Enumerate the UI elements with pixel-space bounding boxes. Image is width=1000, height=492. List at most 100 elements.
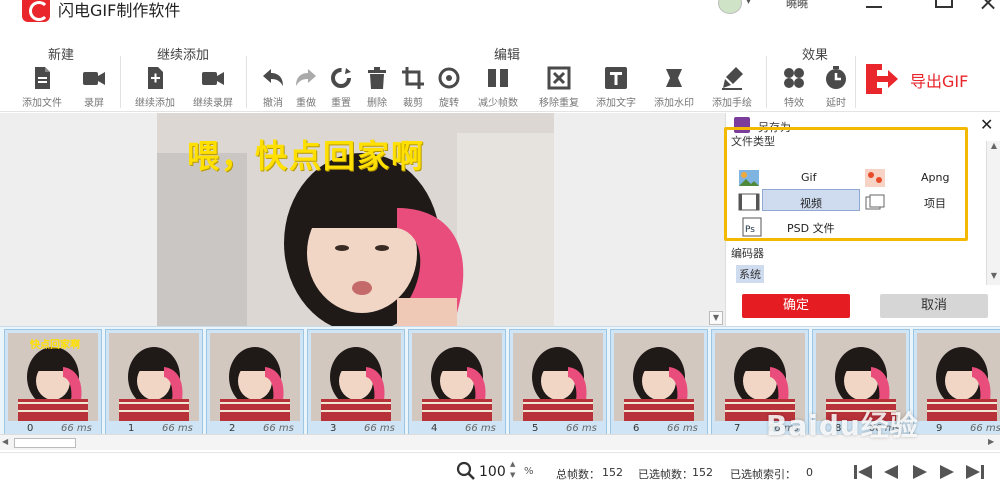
- video-camera-add-icon: [202, 72, 224, 85]
- frame-index: 5: [532, 423, 539, 434]
- panel-scrollbar[interactable]: ▲ ▼: [986, 141, 1000, 285]
- file-type-project-option[interactable]: 项目: [864, 191, 974, 213]
- frame-thumbnail: [109, 333, 199, 421]
- confirm-button[interactable]: 确定: [742, 294, 850, 318]
- frame-duration: 66 ms: [364, 423, 395, 434]
- file-type-gif-option[interactable]: Gif: [738, 167, 848, 189]
- title-bar: 闪电GIF制作软件 ▾ 曉曉 ×: [0, 0, 1000, 28]
- photoshop-icon: Ps: [742, 217, 762, 237]
- remove-duplicate-button[interactable]: 移除重复: [531, 64, 587, 110]
- close-icon[interactable]: ×: [978, 0, 998, 14]
- group-label-new: 新建: [48, 48, 75, 63]
- reduce-frames-button[interactable]: 减少帧数: [470, 64, 526, 110]
- frame-thumbnail: [614, 333, 704, 421]
- frame-duration: 66 ms: [162, 423, 193, 434]
- add-text-button[interactable]: 添加文字: [588, 64, 644, 110]
- scroll-up-button[interactable]: ▲: [987, 141, 1000, 155]
- zoom-stepper[interactable]: ▲ ▼: [510, 459, 515, 481]
- frame-index: 1: [128, 423, 135, 434]
- delay-button[interactable]: 延时: [808, 64, 864, 110]
- document-icon: [35, 67, 50, 89]
- frame-caption: 快点回家啊: [30, 340, 80, 351]
- previous-frame-icon[interactable]: [880, 463, 902, 481]
- minimize-icon[interactable]: [866, 6, 882, 8]
- scroll-down-button[interactable]: ▼: [987, 271, 1000, 285]
- add-watermark-label: 添加水印: [654, 98, 694, 109]
- preview-image[interactable]: 喂，快点回家啊: [157, 113, 554, 326]
- first-frame-icon[interactable]: [852, 463, 874, 481]
- reduce-frames-icon: [488, 69, 508, 87]
- export-gif-label: 导出GIF: [910, 72, 969, 91]
- user-avatar[interactable]: [718, 0, 742, 14]
- scroll-down-button[interactable]: ▼: [709, 311, 723, 325]
- selected-index-value: 0: [806, 466, 813, 479]
- frame-item[interactable]: 6 66 ms: [610, 329, 708, 435]
- effects-icon: [784, 68, 804, 88]
- frame-item[interactable]: 2 66 ms: [206, 329, 304, 435]
- maximize-icon[interactable]: [935, 0, 953, 8]
- next-frame-icon[interactable]: [936, 463, 958, 481]
- cancel-button[interactable]: 取消: [880, 294, 988, 318]
- project-icon: [865, 194, 885, 210]
- frame-item[interactable]: 4 66 ms: [408, 329, 506, 435]
- reduce-frames-label: 减少帧数: [478, 98, 518, 109]
- zoom-icon[interactable]: [456, 461, 476, 481]
- selected-frames-value: 152: [692, 466, 713, 479]
- add-watermark-button[interactable]: 添加水印: [646, 64, 702, 110]
- remove-duplicate-label: 移除重复: [539, 98, 579, 109]
- frame-item[interactable]: 3 66 ms: [307, 329, 405, 435]
- frame-duration: 66 ms: [970, 423, 1000, 434]
- group-label-edit: 编辑: [494, 48, 521, 63]
- continue-add-button[interactable]: 继续添加: [127, 64, 183, 110]
- frame-index: 3: [330, 423, 337, 434]
- video-camera-icon: [83, 72, 105, 85]
- chevron-down-icon[interactable]: ▾: [746, 0, 751, 7]
- user-name[interactable]: 曉曉: [786, 0, 808, 11]
- frame-duration: 66 ms: [566, 423, 597, 434]
- frame-index: 6: [633, 423, 640, 434]
- frame-item[interactable]: 9 66 ms: [913, 329, 1000, 435]
- record-screen-label: 录屏: [84, 98, 104, 109]
- frame-thumbnail: [917, 333, 1000, 421]
- continue-record-button[interactable]: 继续录屏: [185, 64, 241, 110]
- frame-index: 9: [936, 423, 943, 434]
- frame-duration: 66 ms: [263, 423, 294, 434]
- document-add-icon: [148, 67, 163, 89]
- canvas-area[interactable]: 喂，快点回家啊 ▼: [0, 113, 725, 326]
- frame-item[interactable]: 快点回家啊 0 66 ms: [4, 329, 102, 435]
- last-frame-icon[interactable]: [964, 463, 986, 481]
- file-type-video-option[interactable]: 视频: [738, 191, 858, 213]
- file-type-psd-option[interactable]: Ps PSD 文件: [742, 216, 872, 238]
- frame-index: 0: [27, 423, 34, 434]
- continue-record-label: 继续录屏: [193, 98, 233, 109]
- frame-duration: 66 ms: [61, 423, 92, 434]
- file-type-label: 文件类型: [731, 135, 775, 148]
- rotate-icon: [438, 67, 460, 89]
- frame-item[interactable]: 5 66 ms: [509, 329, 607, 435]
- close-icon[interactable]: ✕: [980, 115, 993, 134]
- file-type-apng-option[interactable]: Apng: [864, 167, 974, 189]
- delay-label: 延时: [826, 98, 846, 109]
- add-file-label: 添加文件: [22, 98, 62, 109]
- apng-image-icon: [865, 169, 885, 187]
- record-screen-button[interactable]: 录屏: [66, 64, 122, 110]
- scroll-left-button[interactable]: ◀: [2, 437, 8, 446]
- file-type-video-label: 视频: [800, 197, 822, 210]
- zoom-unit: %: [524, 466, 534, 477]
- file-type-psd-label: PSD 文件: [787, 222, 835, 235]
- rotate-button[interactable]: 旋转: [421, 64, 477, 110]
- scrollbar-thumb[interactable]: [14, 438, 76, 448]
- brush-icon: [722, 67, 743, 90]
- add-file-button[interactable]: 添加文件: [14, 64, 70, 110]
- encoder-select[interactable]: 系统: [736, 265, 764, 283]
- file-type-gif-label: Gif: [801, 171, 817, 184]
- frame-index: 7: [734, 423, 741, 434]
- frame-item[interactable]: 1 66 ms: [105, 329, 203, 435]
- zoom-level[interactable]: 100: [479, 464, 506, 480]
- play-icon[interactable]: [908, 463, 930, 481]
- add-drawing-button[interactable]: 添加手绘: [704, 64, 760, 110]
- group-label-continue-add: 继续添加: [157, 48, 210, 63]
- scroll-right-button[interactable]: ▶: [988, 437, 994, 446]
- export-gif-button[interactable]: 导出GIF: [858, 60, 988, 100]
- frame-thumbnail: [210, 333, 300, 421]
